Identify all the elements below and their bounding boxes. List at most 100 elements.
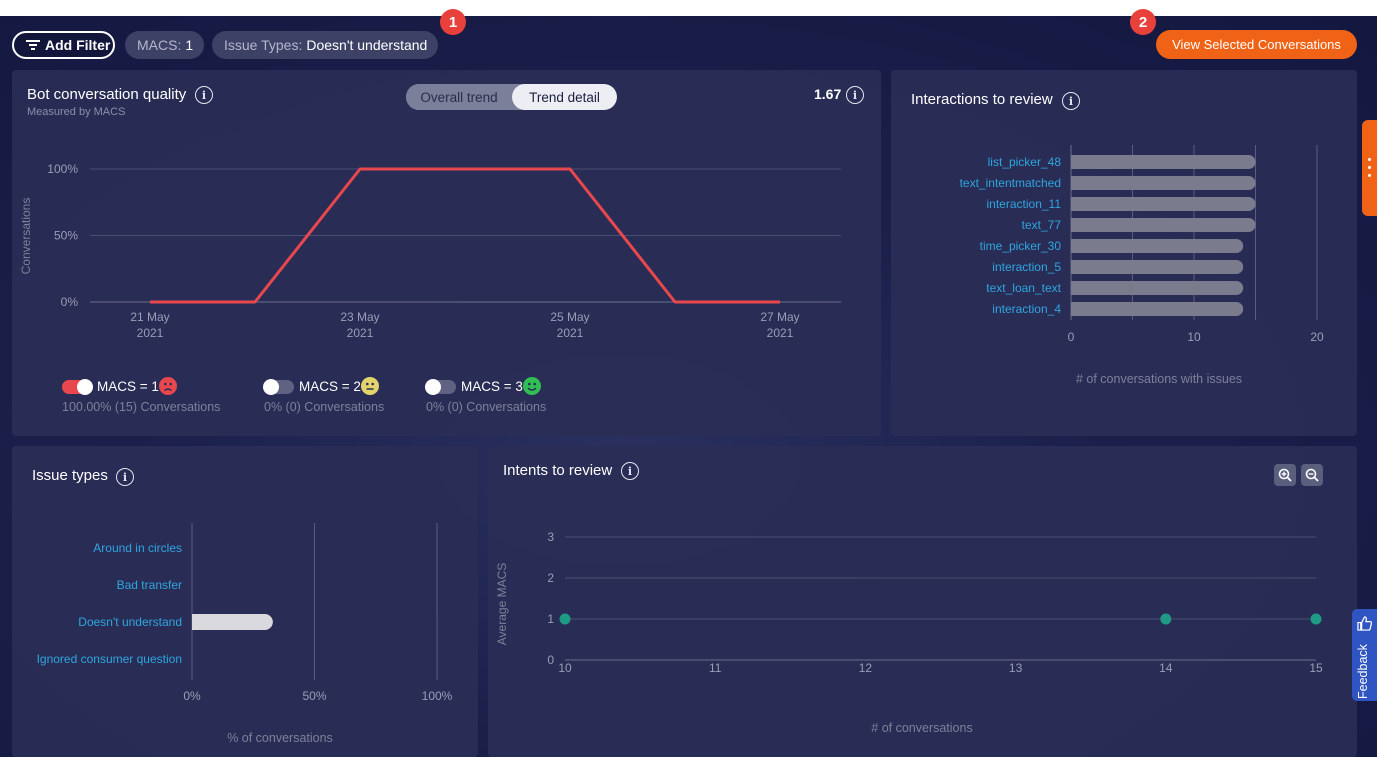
legend-count: 0% (0) Conversations — [426, 400, 547, 414]
x-tick-label: 2021 — [347, 326, 374, 340]
legend-label: MACS = 2 — [299, 379, 361, 394]
view-selected-conversations-button[interactable]: View Selected Conversations — [1156, 30, 1357, 59]
zoom-in-icon — [1278, 468, 1292, 482]
intents-scatter-chart: 012310 11 12 13 14 15Average MACS# of convers… — [495, 530, 1323, 735]
bar-category-label: Ignored consumer question — [37, 652, 182, 666]
x-tick-label: 100% — [422, 689, 453, 703]
macs-chip-key: MACS: — [137, 37, 182, 53]
x-tick-label: 13 — [1009, 661, 1023, 675]
x-tick-label: 25 May — [550, 310, 589, 324]
bar-category-label: time_picker_30 — [980, 239, 1062, 253]
zoom-in-button[interactable] — [1274, 464, 1296, 486]
scatter-point — [1160, 613, 1172, 625]
interactions-bar-chart: 0 10 20 list_picker_48 text_intentmatchedint… — [960, 145, 1324, 386]
bot-quality-line-chart: 100% 50% 0% Conversations 21 May 2021 23 May 20… — [19, 162, 841, 340]
x-tick-label: 0 — [1068, 330, 1075, 344]
bar-category-label: interaction_11 — [987, 197, 1062, 211]
x-tick-label: 23 May — [340, 310, 379, 324]
bar-category-label: Bad transfer — [117, 578, 182, 592]
step-badge-2: 2 — [1130, 9, 1156, 35]
bar — [1071, 260, 1244, 274]
bot-quality-info-icon[interactable]: i — [195, 86, 213, 104]
dot-3 — [1368, 174, 1371, 177]
interactions-title: Interactions to review — [911, 91, 1053, 108]
scatter-point — [1310, 613, 1322, 625]
scatter-point — [559, 613, 571, 625]
add-filter-label: Add Filter — [45, 37, 111, 53]
y-tick-label: 100% — [47, 162, 78, 176]
x-axis-label: # of conversations — [871, 721, 972, 735]
bar — [1071, 176, 1256, 190]
bar — [1071, 155, 1256, 169]
bar — [192, 614, 273, 630]
zoom-out-button[interactable] — [1301, 464, 1323, 486]
y-axis-label: Average MACS — [495, 563, 509, 645]
interactions-info-icon[interactable]: i — [1062, 92, 1080, 110]
x-tick-label: 2021 — [767, 326, 794, 340]
bar-category-label: list_picker_48 — [988, 155, 1062, 169]
side-menu-tab[interactable] — [1362, 120, 1377, 216]
x-tick-label: 11 — [709, 661, 722, 675]
bar-category-label: text_loan_text — [986, 281, 1061, 295]
bar — [1071, 218, 1256, 232]
issue-types-bar-chart: 0% 50% 100% Around in circles Bad transfer Do… — [37, 523, 453, 745]
x-tick-label: 21 May — [130, 310, 169, 324]
toggle-knob — [263, 379, 279, 395]
issue-chip-value: Doesn't understand — [306, 37, 428, 53]
trend-toggle: Overall trend Trend detail — [406, 84, 617, 110]
x-tick-label: 20 — [1310, 330, 1324, 344]
score-info-icon[interactable]: i — [846, 86, 864, 104]
bar-category-label: text_intentmatched — [960, 176, 1061, 190]
issue-type-filter-chip[interactable]: Issue Types: Doesn't understand — [212, 31, 438, 59]
macs-toggle[interactable] — [62, 379, 93, 395]
happy-face-icon — [523, 377, 541, 395]
x-tick-label: 14 — [1159, 661, 1173, 675]
step-badge-1: 1 — [440, 9, 466, 35]
legend-count: 100.00% (15) Conversations — [62, 400, 221, 414]
x-tick-label: 2021 — [137, 326, 164, 340]
x-tick-label: 50% — [302, 689, 326, 703]
x-tick-label: 2021 — [557, 326, 584, 340]
bar-category-label: Doesn't understand — [78, 615, 182, 629]
y-tick-label: 0 — [547, 653, 554, 667]
thumbs-up-icon — [1357, 616, 1372, 631]
x-tick-label: 10 — [1187, 330, 1201, 344]
bot-quality-title: Bot conversation quality — [27, 86, 187, 103]
bar — [1071, 302, 1244, 316]
y-tick-label: 3 — [547, 530, 554, 544]
filter-icon — [26, 40, 40, 50]
bar-category-label: interaction_4 — [992, 302, 1061, 316]
toggle-knob — [77, 379, 93, 395]
y-tick-label: 0% — [61, 295, 79, 309]
sad-face-icon — [159, 377, 177, 395]
bar-category-label: Around in circles — [93, 541, 182, 555]
feedback-tab[interactable]: Feedback — [1352, 609, 1377, 701]
x-tick-label: 0% — [183, 689, 201, 703]
tab-overall-trend[interactable]: Overall trend — [406, 84, 512, 110]
legend-label: MACS = 3 — [461, 379, 523, 394]
x-tick-label: 12 — [859, 661, 873, 675]
macs-filter-chip[interactable]: MACS: 1 — [125, 31, 204, 59]
feedback-label: Feedback — [1356, 644, 1370, 699]
bar — [1071, 197, 1256, 211]
bar-category-label: text_77 — [1022, 218, 1062, 232]
bot-quality-subtitle: Measured by MACS — [27, 106, 126, 118]
macs-toggle[interactable] — [263, 379, 294, 395]
dot-1 — [1368, 158, 1371, 161]
tab-trend-detail[interactable]: Trend detail — [512, 84, 617, 110]
x-tick-label: 15 — [1309, 661, 1323, 675]
top-strip — [0, 0, 1377, 16]
issue-types-info-icon[interactable]: i — [116, 468, 134, 486]
macs-toggle[interactable] — [425, 379, 456, 395]
legend-count: 0% (0) Conversations — [264, 400, 385, 414]
issue-types-title: Issue types — [32, 467, 108, 484]
legend-label: MACS = 1 — [97, 379, 159, 394]
dot-2 — [1368, 166, 1371, 169]
bar — [1071, 281, 1244, 295]
intents-info-icon[interactable]: i — [621, 462, 639, 480]
x-tick-label: 10 — [558, 661, 572, 675]
add-filter-button[interactable]: Add Filter — [12, 31, 115, 59]
y-tick-label: 2 — [547, 571, 554, 585]
zoom-out-icon — [1305, 468, 1319, 482]
macs-chip-value: 1 — [185, 37, 194, 53]
